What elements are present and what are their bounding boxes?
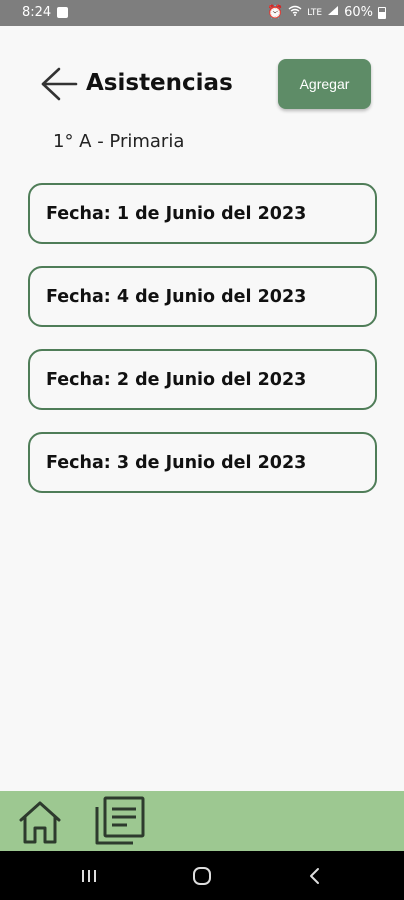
system-back-button[interactable] [302,863,328,889]
alarm-icon: ⏰ [266,5,284,20]
signal-icon [327,5,339,20]
add-button[interactable]: Agregar [278,59,371,109]
attendance-item[interactable]: Fecha: 1 de Junio del 2023 [28,183,377,244]
attendance-item-label: Fecha: 4 de Junio del 2023 [46,286,307,307]
home-circle-icon [193,867,211,885]
home-icon [19,801,61,844]
group-label: 1° A - Primaria [53,131,185,152]
attendance-item[interactable]: Fecha: 3 de Junio del 2023 [28,432,377,493]
back-arrow-icon [41,67,78,101]
back-chevron-icon [310,868,319,884]
gallery-notification-icon [57,7,68,18]
attendance-item-label: Fecha: 2 de Junio del 2023 [46,369,307,390]
status-bar: 8:24 ⏰ LTE 60% [0,0,404,26]
attendance-item[interactable]: Fecha: 4 de Junio del 2023 [28,266,377,327]
attendance-item[interactable]: Fecha: 2 de Junio del 2023 [28,349,377,410]
battery-icon [378,6,386,19]
system-nav-bar [0,851,404,900]
documents-icon [95,796,145,845]
attendance-item-label: Fecha: 3 de Junio del 2023 [46,452,307,473]
nav-home-button[interactable] [17,799,63,845]
battery-percentage: 60% [344,5,373,20]
back-button[interactable] [40,66,80,102]
bottom-nav [0,791,404,851]
nav-documents-button[interactable] [93,795,149,847]
status-time: 8:24 [22,5,52,20]
attendance-item-label: Fecha: 1 de Junio del 2023 [46,203,307,224]
recent-apps-icon [82,870,96,882]
attendance-list: Fecha: 1 de Junio del 2023 Fecha: 4 de J… [28,183,377,515]
status-indicators: ⏰ LTE 60% [267,5,386,20]
recent-apps-button[interactable] [76,863,102,889]
system-home-button[interactable] [189,863,215,889]
wifi-icon [288,5,302,20]
page-title: Asistencias [86,70,233,96]
network-type-label: LTE [307,7,323,18]
